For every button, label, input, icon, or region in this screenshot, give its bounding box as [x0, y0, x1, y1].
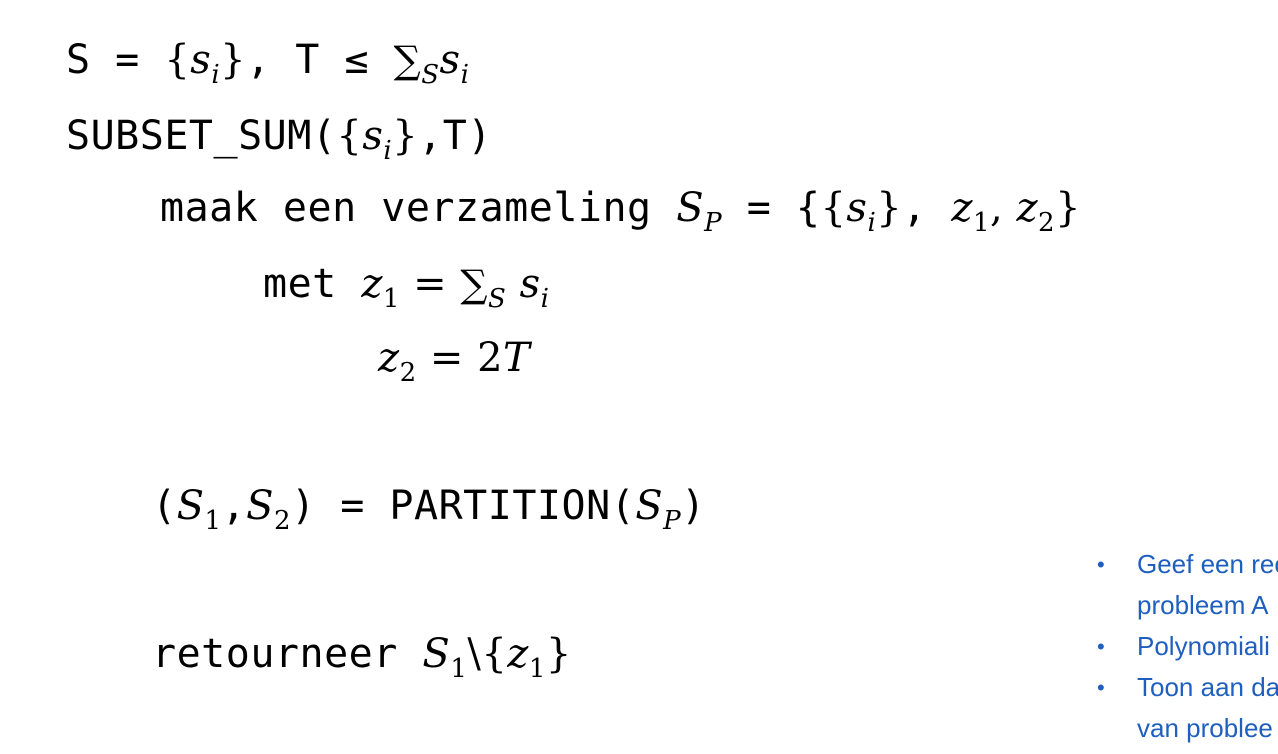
math-subscript: S [421, 60, 440, 90]
math-subscript: P [704, 208, 723, 238]
math-symbol: S [246, 483, 275, 529]
math-brace: } [876, 185, 903, 231]
math-subscript: 1 [382, 284, 400, 314]
line-z2-definition: z2 = 2T [378, 338, 530, 386]
math-brace: } [1055, 185, 1082, 231]
math-brace: { [820, 185, 847, 231]
code-text: , [221, 483, 247, 529]
code-text: = { [722, 185, 821, 231]
code-text: met [263, 261, 362, 307]
bullet-icon: • [1097, 675, 1105, 700]
math-subscript: i [540, 284, 550, 314]
code-text: maak een verzameling [160, 185, 677, 231]
code-text: , T ≤ [246, 37, 394, 83]
line-set-definition: S = {si}, T ≤ ∑Ssi [66, 40, 469, 88]
code-text: ,T) [418, 113, 492, 159]
math-subscript: i [383, 136, 393, 166]
math-equals: = 2 [416, 335, 504, 381]
line-z1-definition: met z1 = ∑S si [263, 264, 549, 312]
list-item: • Polynomiali [1097, 626, 1278, 667]
math-symbol: z [951, 185, 973, 231]
math-symbol: S [176, 483, 205, 529]
math-symbol: S [422, 631, 451, 677]
math-subscript: 2 [274, 506, 292, 536]
code-text: ) = PARTITION( [291, 483, 636, 529]
sum-symbol: ∑ [460, 262, 489, 306]
sum-symbol: ∑ [393, 38, 422, 82]
math-brace: } [220, 37, 247, 83]
math-brace: } [545, 631, 572, 677]
math-subscript: 1 [204, 506, 222, 536]
line-return: retourneer S1\{z1} [152, 634, 572, 682]
math-subscript: i [211, 60, 221, 90]
math-subscript: P [663, 506, 682, 536]
math-subscript: i [460, 60, 470, 90]
line-partition-call: (S1,S2) = PARTITION(SP) [152, 486, 706, 534]
math-brace: } [392, 113, 419, 159]
math-symbol: s [362, 113, 384, 159]
math-equals: = [399, 261, 461, 307]
list-item: • Toon aan da van problee [1097, 667, 1278, 749]
math-symbol: z [1016, 185, 1039, 231]
math-subscript: 1 [972, 208, 991, 238]
note-text: Geef een rec [1137, 549, 1278, 579]
code-text: ( [152, 483, 177, 529]
math-subscript: 2 [1038, 208, 1056, 238]
note-text: Toon aan da [1137, 672, 1278, 702]
list-item: • Geef een rec probleem A [1097, 544, 1278, 626]
notes-list: • Geef een rec probleem A • Polynomiali … [1097, 544, 1278, 749]
code-text: SUBSET_SUM( [66, 113, 337, 159]
note-text: Polynomiali [1137, 631, 1270, 661]
math-subscript: 2 [399, 358, 417, 388]
math-symbol: z [378, 335, 400, 381]
math-symbol: S [676, 185, 705, 231]
math-subscript: 1 [450, 654, 468, 684]
math-setminus: \{ [467, 631, 508, 677]
math-symbol: s [846, 185, 868, 231]
math-symbol: S [635, 483, 664, 529]
bullet-icon: • [1097, 634, 1105, 659]
note-continuation: probleem A [1137, 590, 1269, 620]
note-continuation: van problee [1137, 713, 1273, 743]
math-subscript: 1 [528, 654, 546, 684]
math-symbol: s [439, 37, 461, 83]
bullet-icon: • [1097, 552, 1105, 577]
math-brace: { [164, 37, 191, 83]
math-symbol: s [506, 261, 541, 307]
code-text: ) [681, 483, 706, 529]
math-subscript: i [867, 208, 877, 238]
math-symbol: z [361, 261, 383, 307]
math-symbol: T [503, 335, 531, 381]
math-comma: , [990, 185, 1017, 231]
code-text: S = [66, 37, 165, 83]
math-symbol: s [190, 37, 212, 83]
line-subset-sum-header: SUBSET_SUM({si},T) [66, 116, 492, 164]
math-brace: { [336, 113, 363, 159]
code-text: retourneer [152, 631, 423, 677]
math-symbol: z [507, 631, 529, 677]
math-subscript: S [488, 284, 507, 314]
line-make-set: maak een verzameling SP = {{si}, z1, z2} [160, 188, 1081, 236]
code-text: , [902, 185, 952, 231]
